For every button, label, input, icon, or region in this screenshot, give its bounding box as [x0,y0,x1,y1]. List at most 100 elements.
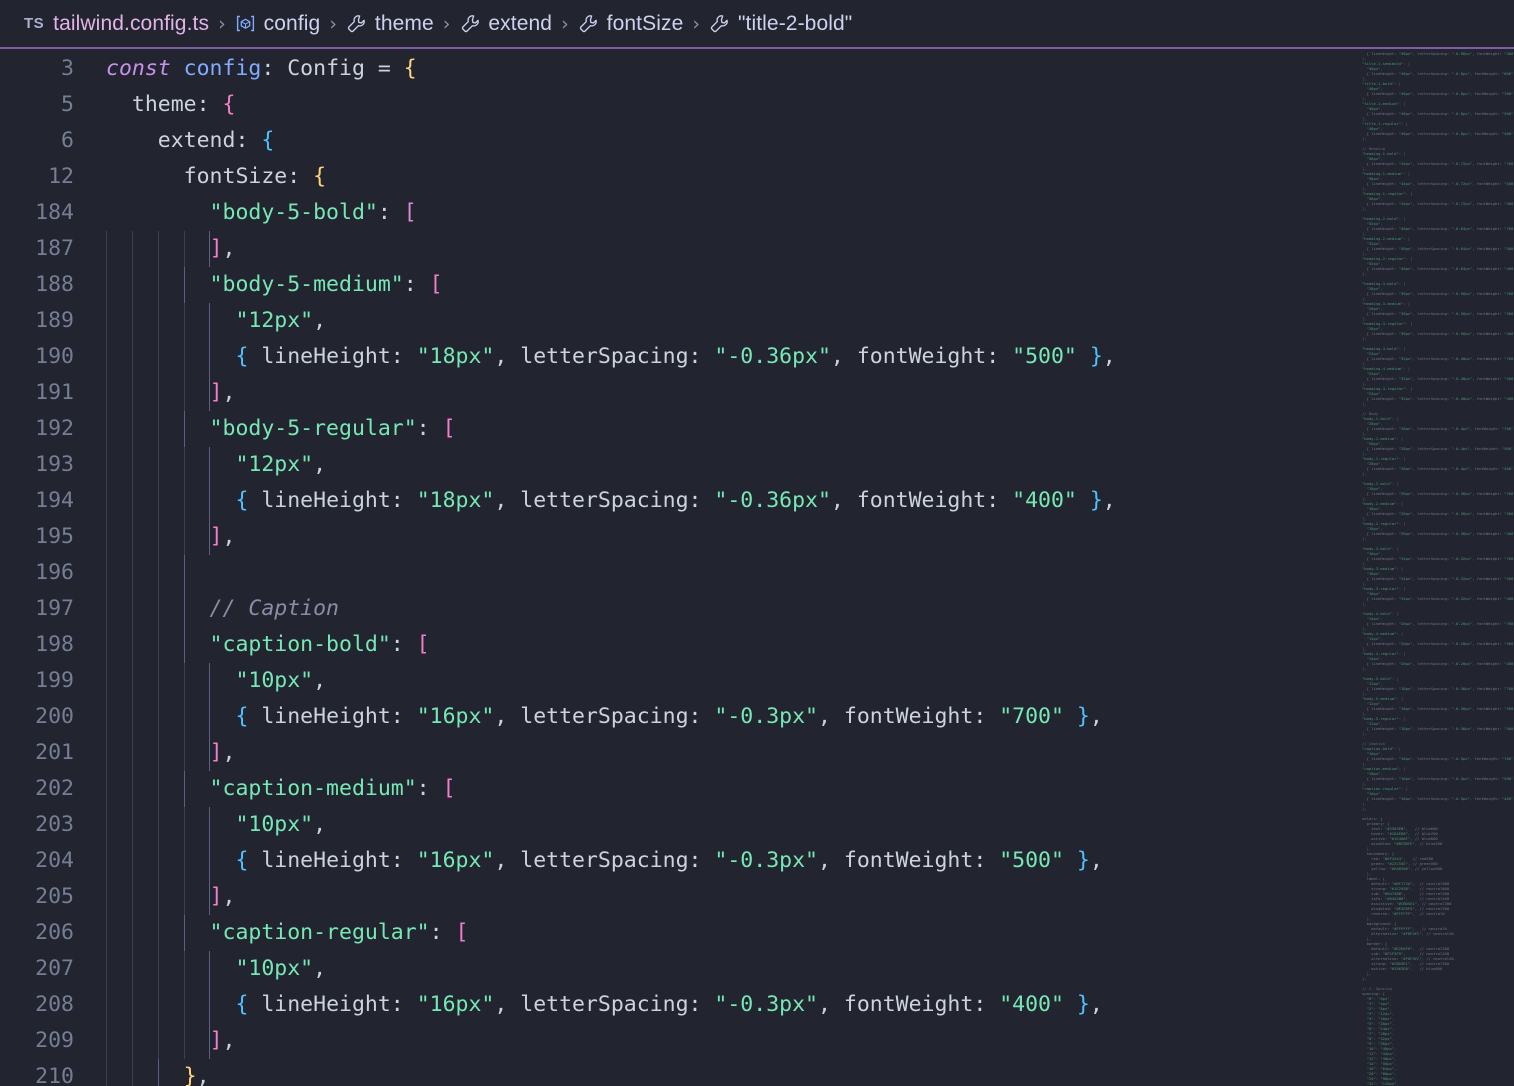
code-line: 205 ], [0,879,1350,915]
breadcrumb-label-config: config [263,11,321,35]
minimap-line: { lineHeight: "28px", letterSpacing: "-0… [1362,446,1514,451]
code-text: "10px", [106,956,327,981]
minimap-line: { lineHeight: "48px", letterSpacing: "-0… [1362,111,1514,116]
line-number: 207 [35,956,74,981]
code-text: "12px", [106,308,327,333]
minimap-line: { lineHeight: "24px", letterSpacing: "-0… [1362,596,1514,601]
line-number: 190 [35,344,74,369]
chevron-right-icon: › [561,12,569,35]
line-number: 202 [35,776,74,801]
code-text: "10px", [106,812,327,837]
line-number: 201 [35,740,74,765]
breadcrumb-item-file[interactable]: tailwind.config.ts [53,12,209,36]
code-line: 187 ], [0,231,1350,267]
breadcrumb-item-title2bold[interactable]: "title-2-bold" [709,12,852,36]
code-line: 192 "body-5-regular": [ [0,411,1350,447]
breadcrumb-item-theme[interactable]: theme [346,12,434,36]
breadcrumb-label-theme: theme [374,11,434,35]
minimap-line: { lineHeight: "48px", letterSpacing: "-0… [1362,91,1514,96]
code-text: "body-5-medium": [ [106,272,443,297]
line-number: 3 [61,56,74,81]
minimap-line: { lineHeight: "28px", letterSpacing: "-0… [1362,426,1514,431]
minimap-line: { lineHeight: "26px", letterSpacing: "-0… [1362,511,1514,516]
code-line: 203 "10px", [0,807,1350,843]
code-line: 207 "10px", [0,951,1350,987]
code-text: { lineHeight: "16px", letterSpacing: "-0… [235,704,1103,729]
line-number: 198 [35,632,74,657]
code-text: const config: Config = { [106,56,417,81]
chevron-right-icon: › [692,12,700,35]
symbol-variable-icon [235,13,257,35]
line-number: 197 [35,596,74,621]
code-line: 200 { lineHeight: "16px", letterSpacing:… [0,699,1350,735]
minimap-line: { lineHeight: "48px", letterSpacing: "-0… [1362,131,1514,136]
minimap-line: { lineHeight: "16px", letterSpacing: "-0… [1362,796,1514,801]
code-text: { lineHeight: "18px", letterSpacing: "-0… [235,344,1116,369]
line-number: 205 [35,884,74,909]
code-line: 189 "12px", [0,303,1350,339]
sticky-code-line: 12 fontSize: { [0,159,1350,195]
line-number: 194 [35,488,74,513]
code-text: "body-5-bold": [ [106,200,417,225]
code-line: 202 "caption-medium": [ [0,771,1350,807]
code-line: 209 ], [0,1023,1350,1059]
code-text: "12px", [106,452,327,477]
code-text: extend: { [106,128,275,153]
minimap-line: { lineHeight: "40px", letterSpacing: "-0… [1362,226,1514,231]
line-number: 12 [48,164,74,189]
code-text: // Caption [106,596,339,621]
minimap-line: { lineHeight: "32px", letterSpacing: "-0… [1362,396,1514,401]
code-line: 188 "body-5-medium": [ [0,267,1350,303]
code-line: 184 "body-5-bold": [ [0,195,1350,231]
line-number: 199 [35,668,74,693]
code-text: ], [209,884,236,909]
minimap-line: { lineHeight: "36px", letterSpacing: "-0… [1362,311,1514,316]
minimap-line: { lineHeight: "36px", letterSpacing: "-0… [1362,291,1514,296]
chevron-right-icon: › [218,12,226,35]
minimap-line: { lineHeight: "48px", letterSpacing: "-0… [1362,51,1514,56]
breadcrumb-label-title2bold: "title-2-bold" [737,11,853,35]
code-line: 196 [0,555,1350,591]
code-text: }, [183,1064,210,1086]
code-line: 191 ], [0,375,1350,411]
chevron-right-icon: › [442,12,451,35]
minimap-line: { lineHeight: "20px", letterSpacing: "-0… [1362,621,1514,626]
code-text: ], [209,1028,236,1053]
code-text: { lineHeight: "16px", letterSpacing: "-0… [235,992,1103,1017]
line-number: 200 [35,704,74,729]
chevron-right-icon: › [329,12,337,35]
code-line: 204 { lineHeight: "16px", letterSpacing:… [0,843,1350,879]
code-text: "10px", [106,668,327,693]
minimap-line: { lineHeight: "32px", letterSpacing: "-0… [1362,356,1514,361]
code-editor[interactable]: 3 const config: Config = {5 theme: {6 ext… [0,51,1514,1086]
breadcrumb-label-extend: extend [488,11,553,35]
breadcrumb-item-extend[interactable]: extend [459,12,552,36]
breadcrumb-label-file: tailwind.config.ts [53,11,210,35]
code-text: { lineHeight: "18px", letterSpacing: "-0… [235,488,1116,513]
minimap-line: { lineHeight: "24px", letterSpacing: "-0… [1362,556,1514,561]
minimap-line: { lineHeight: "24px", letterSpacing: "-0… [1362,576,1514,581]
code-line: 206 "caption-regular": [ [0,915,1350,951]
code-line: 210 }, [0,1059,1350,1086]
line-number: 203 [35,812,74,837]
code-line: 195 ], [0,519,1350,555]
editor-minimap[interactable]: { lineHeight: "48px", letterSpacing: "-0… [1350,51,1514,1086]
line-number: 191 [35,380,74,405]
code-text: fontSize: { [106,164,327,189]
minimap-line: { lineHeight: "20px", letterSpacing: "-0… [1362,661,1514,666]
breadcrumb-item-config[interactable]: config [235,12,321,36]
indent-guides [0,555,1350,591]
code-lines-container: 3 const config: Config = {5 theme: {6 ext… [0,51,1350,1086]
minimap-line: { lineHeight: "36px", letterSpacing: "-0… [1362,331,1514,336]
code-text: ], [209,380,236,405]
code-text: ], [209,236,236,261]
minimap-line: { lineHeight: "28px", letterSpacing: "-0… [1362,466,1514,471]
minimap-content: { lineHeight: "48px", letterSpacing: "-0… [1362,51,1514,1086]
code-text: "caption-medium": [ [106,776,456,801]
line-number: 209 [35,1028,74,1053]
symbol-property-wrench-icon [709,13,731,35]
code-line: 198 "caption-bold": [ [0,627,1350,663]
code-text: ], [209,524,236,549]
symbol-property-wrench-icon [459,13,481,35]
breadcrumb-item-fontsize[interactable]: fontSize [578,12,684,36]
